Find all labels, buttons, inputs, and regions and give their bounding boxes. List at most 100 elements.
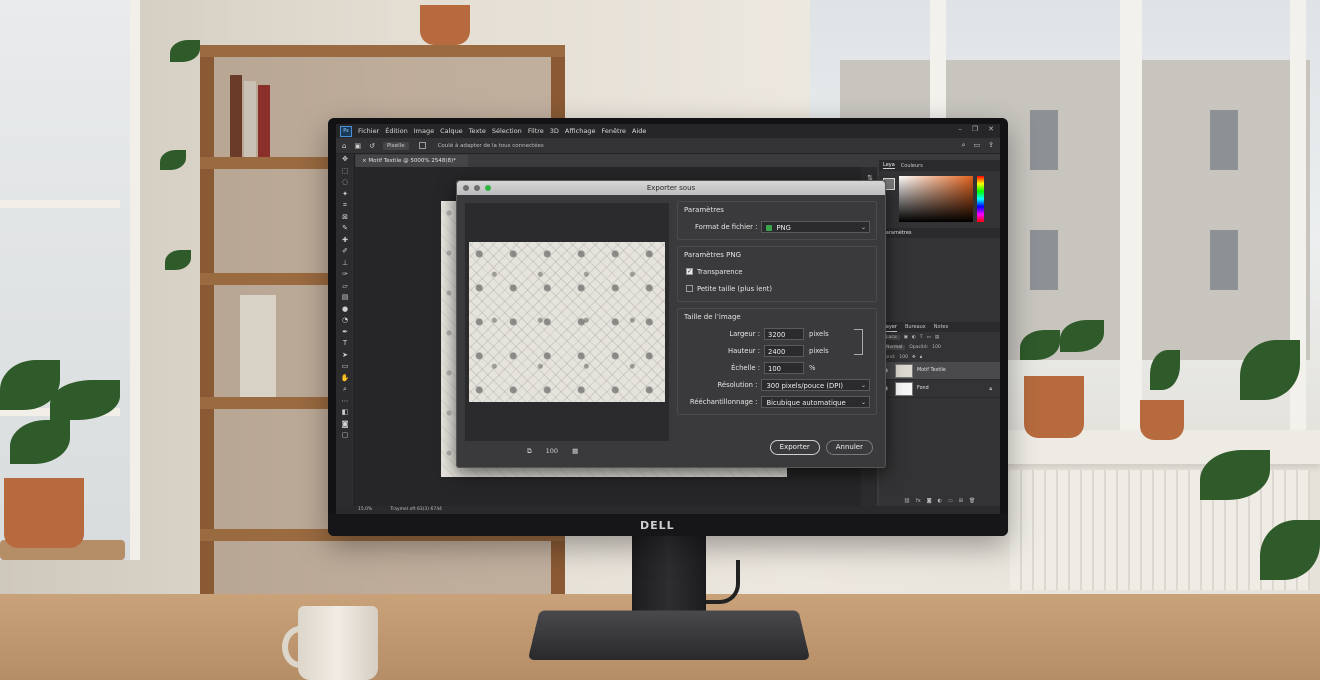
blend-mode-select[interactable]: Normal: [883, 344, 906, 350]
menu-filter[interactable]: Filtre: [528, 127, 544, 135]
history-icon[interactable]: ↺: [369, 142, 375, 150]
minimize-dialog-dot[interactable]: [474, 185, 480, 191]
status-bar: 15.0% Traymel oft 63(3) 6744: [336, 506, 1000, 514]
mode-select[interactable]: Pixelle: [382, 141, 409, 150]
lock-all-icon[interactable]: 🔒︎: [920, 354, 922, 360]
marquee-tool-icon[interactable]: ⬚: [336, 166, 354, 178]
close-icon[interactable]: ✕: [988, 125, 994, 133]
minimize-icon[interactable]: –: [958, 125, 962, 133]
new-layer-icon[interactable]: ⊞: [959, 498, 963, 504]
resolution-select[interactable]: 300 pixels/pouce (DPI) ⌄: [761, 378, 870, 391]
hand-tool-icon[interactable]: ✋: [336, 373, 354, 385]
quick-mask-icon[interactable]: ◙: [336, 419, 354, 431]
path-select-icon[interactable]: ➤: [336, 350, 354, 362]
width-input[interactable]: 3200: [764, 327, 804, 340]
menu-select[interactable]: Sélection: [492, 127, 522, 135]
fill-value[interactable]: 100: [899, 355, 908, 360]
opacity-value[interactable]: 100: [932, 345, 941, 350]
tool-preset-icon[interactable]: ▣: [354, 142, 361, 150]
mask-icon[interactable]: ◙: [927, 498, 932, 504]
adjustment-icon[interactable]: ◐: [938, 498, 942, 504]
brush-tool-icon[interactable]: ✐: [336, 246, 354, 258]
height-unit: pixels: [809, 346, 829, 355]
fx-icon[interactable]: fx: [916, 498, 921, 504]
left-window: [0, 0, 140, 560]
link-icon[interactable]: ⛓: [904, 498, 910, 504]
dodge-tool-icon[interactable]: ◔: [336, 315, 354, 327]
menu-view[interactable]: Affichage: [565, 127, 596, 135]
frame-tool-icon[interactable]: ⊠: [336, 212, 354, 224]
hue-slider[interactable]: [977, 176, 984, 222]
transparency-checkbox[interactable]: ✓: [686, 268, 693, 275]
more-tools-icon[interactable]: ⋯: [336, 396, 354, 408]
menu-help[interactable]: Aide: [632, 127, 646, 135]
document-tab[interactable]: × Motif Textile @ 5000% 2548(8)*: [356, 155, 468, 167]
move-tool-icon[interactable]: ✥: [336, 154, 354, 166]
cancel-button[interactable]: Annuler: [825, 440, 873, 455]
zoom-tool-icon[interactable]: ⌕: [336, 384, 354, 396]
scale-input[interactable]: 100: [764, 361, 804, 374]
filter-smart-icon[interactable]: ▤: [935, 335, 939, 340]
pen-tool-icon[interactable]: ✒: [336, 327, 354, 339]
preview-grid-icon[interactable]: ▦: [572, 447, 578, 456]
blur-tool-icon[interactable]: ●: [336, 304, 354, 316]
filter-type-icon[interactable]: T: [920, 335, 923, 340]
photoshop-logo-icon: Ps: [340, 125, 352, 137]
tab-notes[interactable]: Notes: [934, 322, 948, 332]
filter-shape-icon[interactable]: ▭: [927, 335, 931, 340]
type-tool-icon[interactable]: T: [336, 338, 354, 350]
export-button[interactable]: Exporter: [769, 440, 820, 455]
zoom-level[interactable]: 15.0%: [358, 506, 372, 514]
option-checkbox[interactable]: [418, 142, 426, 149]
menu-window[interactable]: Fenêtre: [601, 127, 626, 135]
tab-bureaux[interactable]: Bureaux: [905, 322, 926, 332]
settings-column: Paramètres Format de fichier : PNG ⌄ Par…: [677, 201, 877, 421]
history-brush-icon[interactable]: ✑: [336, 269, 354, 281]
color-picker-field[interactable]: [899, 176, 973, 222]
menu-file[interactable]: Fichier: [358, 127, 379, 135]
trash-icon[interactable]: 🗑︎: [969, 498, 975, 504]
format-value: PNG: [776, 223, 791, 232]
tab-leya[interactable]: Leya: [883, 162, 895, 169]
eyedropper-tool-icon[interactable]: ✎: [336, 223, 354, 235]
filter-pixel-icon[interactable]: ▣: [904, 335, 908, 340]
fit-view-icon[interactable]: ⧉: [527, 447, 532, 456]
workspace-icon[interactable]: ▭: [974, 141, 981, 150]
group-icon[interactable]: ▭: [948, 498, 953, 504]
filter-adjust-icon[interactable]: ◐: [912, 335, 916, 340]
magic-wand-tool-icon[interactable]: ✦: [336, 189, 354, 201]
resolution-label: Résolution :: [717, 380, 758, 389]
share-icon[interactable]: ⇪: [988, 141, 994, 150]
zoom-dialog-dot[interactable]: [485, 185, 491, 191]
format-select[interactable]: PNG ⌄: [761, 220, 870, 233]
close-dialog-dot[interactable]: [463, 185, 469, 191]
screen-mode-icon[interactable]: ▢: [336, 430, 354, 442]
search-icon[interactable]: ⌕: [962, 141, 966, 150]
tab-couleurs[interactable]: Couleurs: [901, 163, 923, 169]
healing-tool-icon[interactable]: ✚: [336, 235, 354, 247]
menu-layer[interactable]: Calque: [440, 127, 463, 135]
lock-pixels-icon[interactable]: ✥: [912, 355, 916, 360]
gradient-tool-icon[interactable]: ▤: [336, 292, 354, 304]
menu-edit[interactable]: Édition: [385, 127, 408, 135]
eraser-tool-icon[interactable]: ▱: [336, 281, 354, 293]
restore-icon[interactable]: ❐: [972, 125, 978, 133]
crop-tool-icon[interactable]: ⌗: [336, 200, 354, 212]
stamp-tool-icon[interactable]: ⊥: [336, 258, 354, 270]
layer-row-fond[interactable]: ◉ Fond 🔒︎: [879, 380, 1000, 398]
link-dimensions-icon[interactable]: [854, 329, 863, 355]
small-size-label: Petite taille (plus lent): [697, 284, 772, 293]
menu-3d[interactable]: 3D: [550, 127, 559, 135]
resample-select[interactable]: Bicubique automatique ⌄: [761, 395, 870, 408]
small-size-checkbox[interactable]: [686, 285, 693, 292]
lasso-tool-icon[interactable]: ◌: [336, 177, 354, 189]
menu-image[interactable]: Image: [414, 127, 434, 135]
layer-row-motif[interactable]: ◉ Motif Textile: [879, 362, 1000, 380]
height-input[interactable]: 2400: [764, 344, 804, 357]
params-panel-tab[interactable]: Paramètres: [879, 228, 1000, 238]
home-icon[interactable]: ⌂: [342, 142, 346, 150]
shape-tool-icon[interactable]: ▭: [336, 361, 354, 373]
color-swatches-icon[interactable]: ◧: [336, 407, 354, 419]
menu-type[interactable]: Texte: [469, 127, 486, 135]
preview-zoom[interactable]: 100: [546, 447, 558, 456]
